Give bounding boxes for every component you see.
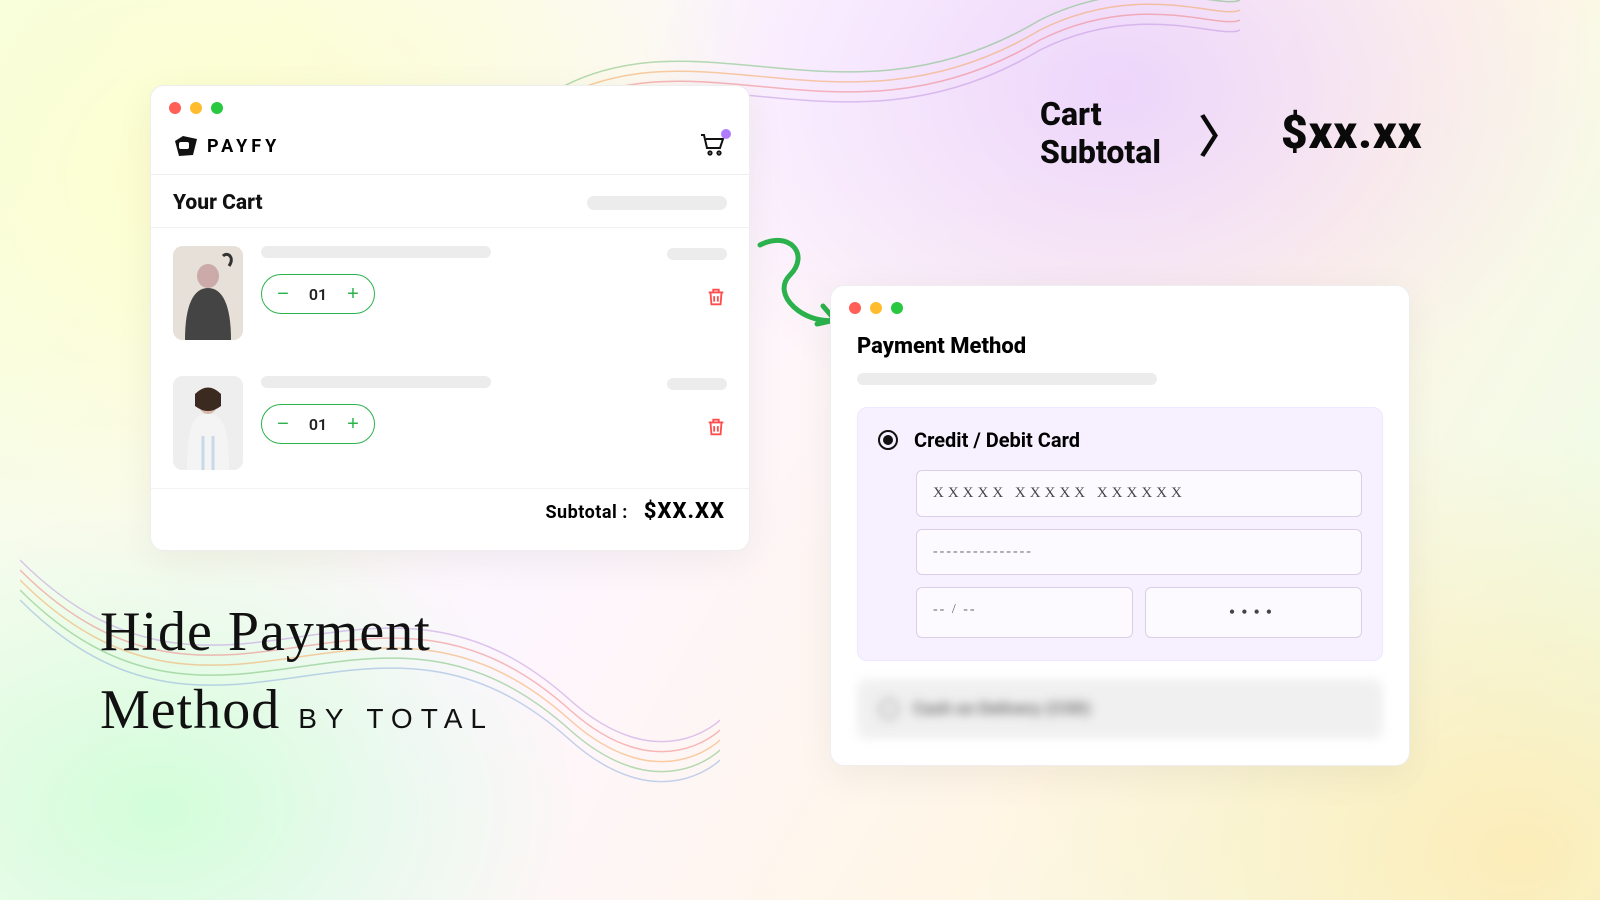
headline: Hide Payment Method BY TOTAL bbox=[100, 600, 494, 742]
quantity-stepper[interactable]: − 01 + bbox=[261, 274, 375, 314]
payment-title: Payment Method bbox=[831, 324, 1409, 367]
card-cvv-field[interactable]: •••• bbox=[1145, 587, 1362, 638]
placeholder-line bbox=[667, 378, 727, 390]
quantity-value: 01 bbox=[298, 415, 338, 434]
card-expiry-field[interactable]: -- / -- bbox=[916, 587, 1133, 638]
condition-label-line1: Cart bbox=[1040, 95, 1161, 133]
payment-method-hidden-label: Cash on Delivery (COD) bbox=[913, 699, 1091, 719]
condition-operator: 〉 bbox=[1199, 101, 1243, 165]
cart-item: − 01 + bbox=[151, 358, 749, 488]
headline-line2a: Method bbox=[100, 678, 280, 742]
increment-button[interactable]: + bbox=[338, 409, 368, 439]
placeholder-line bbox=[261, 246, 491, 258]
decrement-button[interactable]: − bbox=[268, 409, 298, 439]
promo-stage: Cart Subtotal 〉 $xx.xx PAYFY bbox=[0, 0, 1600, 900]
placeholder-line bbox=[667, 248, 727, 260]
cart-title: Your Cart bbox=[173, 191, 263, 215]
card-name-field[interactable]: --------------- bbox=[916, 529, 1362, 575]
window-traffic-lights bbox=[151, 86, 749, 124]
quantity-stepper[interactable]: − 01 + bbox=[261, 404, 375, 444]
close-dot-icon[interactable] bbox=[849, 302, 861, 314]
headline-line1: Hide Payment bbox=[100, 600, 494, 664]
condition-label-line2: Subtotal bbox=[1040, 133, 1161, 171]
radio-unselected-icon bbox=[879, 699, 899, 719]
placeholder-line bbox=[857, 373, 1157, 385]
cart-window: PAYFY Your Cart − 01 + bbox=[150, 85, 750, 551]
cart-item: − 01 + bbox=[151, 228, 749, 358]
decrement-button[interactable]: − bbox=[268, 279, 298, 309]
payment-window: Payment Method Credit / Debit Card XXXXX… bbox=[830, 285, 1410, 766]
zoom-dot-icon[interactable] bbox=[211, 102, 223, 114]
cart-icon[interactable] bbox=[699, 132, 727, 160]
subtotal-label: Subtotal : bbox=[545, 502, 627, 523]
card-number-field[interactable]: XXXXX XXXXX XXXXXX bbox=[916, 470, 1362, 517]
condition-amount: $xx.xx bbox=[1281, 106, 1422, 160]
window-traffic-lights bbox=[831, 286, 1409, 324]
delete-icon[interactable] bbox=[705, 286, 727, 312]
product-thumbnail bbox=[173, 246, 243, 340]
zoom-dot-icon[interactable] bbox=[891, 302, 903, 314]
placeholder-line bbox=[587, 196, 727, 210]
radio-selected-icon[interactable] bbox=[878, 430, 898, 450]
delete-icon[interactable] bbox=[705, 416, 727, 442]
increment-button[interactable]: + bbox=[338, 279, 368, 309]
condition-expression: Cart Subtotal 〉 $xx.xx bbox=[1040, 95, 1422, 172]
brand-name: PAYFY bbox=[207, 136, 280, 157]
headline-line2b: BY TOTAL bbox=[298, 703, 494, 735]
payment-method-credit[interactable]: Credit / Debit Card XXXXX XXXXX XXXXXX -… bbox=[857, 407, 1383, 661]
payment-method-hidden: Cash on Delivery (COD) bbox=[857, 679, 1383, 739]
product-thumbnail bbox=[173, 376, 243, 470]
brand-logo-icon bbox=[173, 135, 199, 157]
subtotal-row: Subtotal : $XX.XX bbox=[151, 488, 749, 550]
quantity-value: 01 bbox=[298, 285, 338, 304]
brand: PAYFY bbox=[173, 135, 280, 157]
cart-badge-icon bbox=[721, 129, 731, 139]
placeholder-line bbox=[261, 376, 491, 388]
close-dot-icon[interactable] bbox=[169, 102, 181, 114]
minimize-dot-icon[interactable] bbox=[870, 302, 882, 314]
subtotal-amount: $XX.XX bbox=[644, 499, 725, 524]
payment-method-label: Credit / Debit Card bbox=[914, 428, 1080, 452]
minimize-dot-icon[interactable] bbox=[190, 102, 202, 114]
